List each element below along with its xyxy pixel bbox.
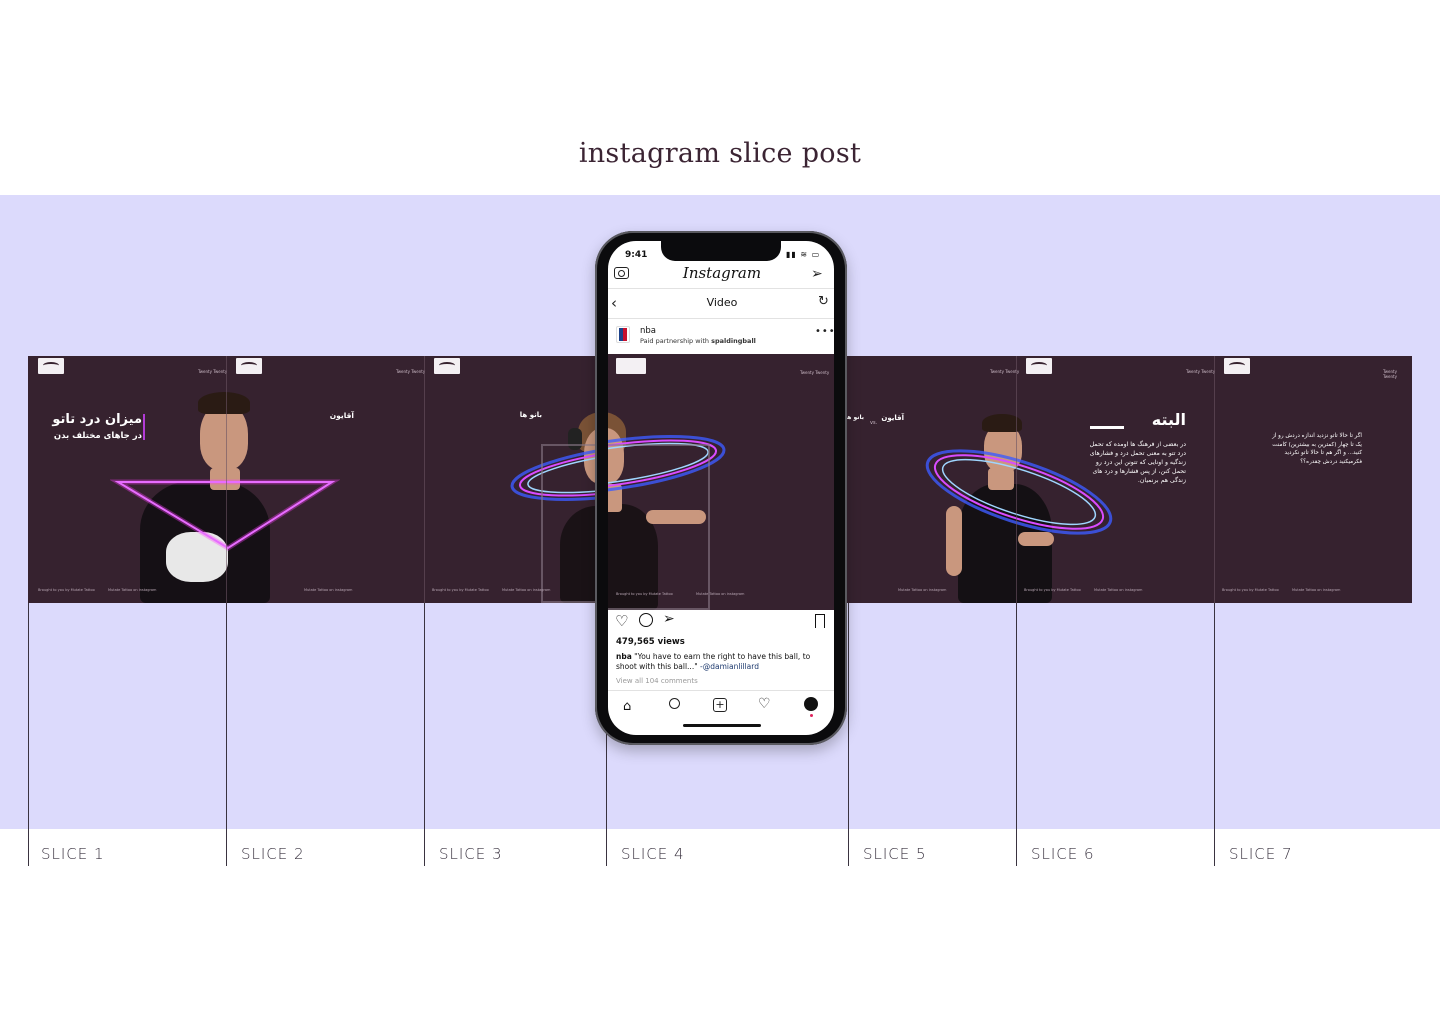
slice6-body: در بعضی از فرهنگ ها اومده که تحمل درد تت… — [1089, 441, 1186, 484]
header-divider — [608, 288, 834, 289]
brand-tag: Twenty Twenty — [1383, 369, 1397, 379]
notification-dot — [810, 714, 813, 717]
logo-icon — [1026, 358, 1052, 374]
view-count: 479,565 views — [616, 637, 685, 647]
slice2-label: آقایون — [329, 411, 354, 420]
slice-label-7: SLICE 7 — [1229, 845, 1293, 863]
slice-label-4: SLICE 4 — [621, 845, 685, 863]
slice6-title: البته — [1151, 410, 1186, 429]
slice-label-1: SLICE 1 — [41, 845, 105, 863]
slice-label-5: SLICE 5 — [863, 845, 927, 863]
page-title: instagram slice post — [578, 138, 862, 169]
footer-credit: Brought to you by Mutate Tattoo — [1024, 588, 1081, 592]
mention-link[interactable]: -@damianlillard — [700, 662, 759, 671]
nav-divider — [608, 318, 834, 319]
nav-title: Video — [706, 296, 738, 309]
bookmark-icon[interactable] — [815, 614, 825, 628]
status-time: 9:41 — [625, 250, 648, 260]
slice-label-6: SLICE 6 — [1031, 845, 1095, 863]
nba-avatar[interactable] — [616, 326, 630, 343]
footer-social: Mutate Tattoo on instagram — [1094, 588, 1143, 592]
footer-credit: Brought to you by Mutate Tattoo — [1222, 588, 1279, 592]
slice1-subtitle: در جاهای مختلف بدن — [53, 431, 142, 441]
heart-icon[interactable]: ♡ — [615, 612, 628, 630]
logo-icon — [434, 358, 460, 374]
share-icon[interactable]: ➢ — [663, 611, 675, 627]
refresh-icon[interactable]: ↻ — [818, 294, 829, 309]
footer-social: Mutate Tattoo on instagram — [696, 592, 745, 596]
post-image[interactable]: Twenty Twenty Brought to you by Mutate T… — [608, 354, 834, 610]
partner-link[interactable]: spaldingball — [711, 337, 756, 345]
slice5-label-a: آقایون — [881, 414, 904, 422]
slice1-title: میزان درد تاتو — [52, 412, 142, 427]
brand-tag: Twenty Twenty — [800, 370, 830, 375]
comment-icon[interactable] — [639, 613, 653, 627]
slice-guide — [424, 603, 425, 866]
post-partnership: Paid partnership with spaldingball — [640, 337, 756, 345]
logo-icon — [616, 358, 646, 374]
slice-label-2: SLICE 2 — [241, 845, 305, 863]
view-comments-link[interactable]: View all 104 comments — [616, 677, 698, 685]
search-icon[interactable] — [669, 698, 680, 709]
slice-label-3: SLICE 3 — [439, 845, 503, 863]
brand-tag: Twenty Twenty — [198, 369, 228, 374]
footer-credit: Brought to you by Mutate Tattoo — [38, 588, 95, 592]
slice-guide — [226, 603, 227, 866]
title-underline — [1090, 426, 1124, 429]
logo-icon — [38, 358, 64, 374]
send-icon[interactable]: ➢ — [811, 266, 823, 282]
footer-social: Mutate Tattoo on instagram — [1292, 588, 1341, 592]
more-icon[interactable]: ••• — [815, 326, 836, 337]
footer-social: Mutate Tattoo on instagram — [304, 588, 353, 592]
brand-tag: Twenty Twenty — [396, 369, 426, 374]
camera-icon[interactable] — [614, 267, 629, 279]
slice-guide — [1016, 603, 1017, 866]
post-caption: nba "You have to earn the right to have … — [616, 652, 811, 671]
profile-icon[interactable] — [804, 697, 818, 711]
slice7-body: اگر تا حالا تاتو نزدید اندازه دردش رو از… — [1272, 433, 1362, 465]
logo-icon — [236, 358, 262, 374]
slice-guide — [1214, 603, 1215, 866]
home-icon[interactable]: ⌂ — [623, 699, 631, 714]
footer-credit: Brought to you by Mutate Tattoo — [616, 592, 673, 596]
logo-icon — [1224, 358, 1250, 374]
footer-credit: Brought to you by Mutate Tattoo — [432, 588, 489, 592]
footer-social: Mutate Tattoo on instagram — [108, 588, 157, 592]
brand-tag: Twenty Twenty — [990, 369, 1020, 374]
home-indicator[interactable] — [683, 724, 761, 727]
post-username[interactable]: nba — [640, 326, 656, 336]
back-icon[interactable]: ‹ — [611, 294, 617, 312]
add-icon[interactable]: + — [713, 698, 727, 712]
activity-icon[interactable]: ♡ — [758, 696, 771, 712]
slice3-label: بانو ها — [519, 411, 542, 419]
neon-triangle — [110, 479, 340, 551]
footer-social: Mutate Tattoo on instagram — [898, 588, 947, 592]
brand-tag: Twenty Twenty — [1186, 369, 1216, 374]
slice-guide — [848, 603, 849, 866]
phone-notch — [661, 241, 781, 261]
instagram-logo: Instagram — [682, 264, 762, 282]
slice-guide — [28, 603, 29, 866]
signal-battery-icon: ▮▮ ≋ ▭ — [786, 250, 821, 259]
frame-outline — [608, 444, 710, 610]
footer-social: Mutate Tattoo on instagram — [502, 588, 551, 592]
tabbar-divider — [608, 690, 834, 691]
accent-bar — [143, 414, 145, 440]
